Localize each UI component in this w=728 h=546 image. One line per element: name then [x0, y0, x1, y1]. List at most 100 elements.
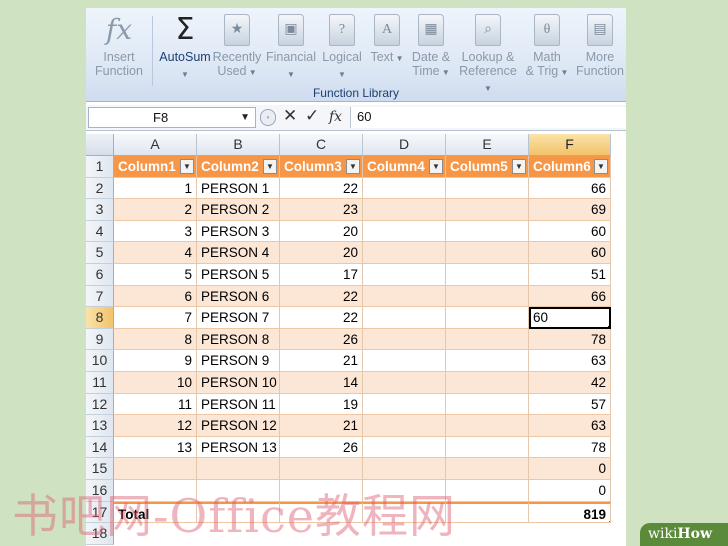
- cell-a1[interactable]: Column1 ▼: [114, 156, 197, 178]
- ribbon-button-more[interactable]: ▤ More Function: [574, 14, 626, 86]
- row-header-4[interactable]: 4: [86, 220, 114, 243]
- name-box[interactable]: F8 ▼: [88, 107, 256, 128]
- cell-f10[interactable]: 63: [529, 350, 611, 372]
- cell-a3[interactable]: 2: [114, 199, 197, 221]
- cell-c3[interactable]: 23: [280, 199, 363, 221]
- row-header-14[interactable]: 14: [86, 436, 114, 459]
- column-header-b[interactable]: B: [197, 134, 280, 156]
- cell-b1[interactable]: Column2 ▼: [197, 156, 280, 178]
- cell-f14[interactable]: 78: [529, 436, 611, 459]
- cell-a14[interactable]: 13: [114, 436, 197, 459]
- filter-dropdown-icon[interactable]: ▼: [346, 159, 360, 174]
- cell-f6[interactable]: 51: [529, 264, 611, 286]
- cell-d11[interactable]: [363, 372, 446, 394]
- cell-e1[interactable]: Column5 ▼: [446, 156, 529, 178]
- cell-f4[interactable]: 60: [529, 220, 611, 243]
- row-header-1[interactable]: 1: [86, 156, 114, 178]
- cell-a13[interactable]: 12: [114, 415, 197, 437]
- cell-c8[interactable]: 22: [280, 307, 363, 329]
- cell-e14[interactable]: [446, 436, 529, 459]
- cell-f11[interactable]: 42: [529, 372, 611, 394]
- ribbon-button-lookup[interactable]: ⌕ Lookup & Reference ▼: [456, 14, 520, 93]
- cell-a10[interactable]: 9: [114, 350, 197, 372]
- row-header-2[interactable]: 2: [86, 177, 114, 200]
- row-header-15[interactable]: 15: [86, 458, 114, 480]
- cell-a6[interactable]: 5: [114, 264, 197, 286]
- row-header-9[interactable]: 9: [86, 328, 114, 351]
- cell-e12[interactable]: [446, 393, 529, 416]
- cell-e10[interactable]: [446, 350, 529, 372]
- row-header-11[interactable]: 11: [86, 372, 114, 394]
- cell-c12[interactable]: 19: [280, 393, 363, 416]
- cell-d2[interactable]: [363, 177, 446, 200]
- cell-d1[interactable]: Column4 ▼: [363, 156, 446, 178]
- row-header-13[interactable]: 13: [86, 415, 114, 437]
- cell-d13[interactable]: [363, 415, 446, 437]
- cell-c2[interactable]: 22: [280, 177, 363, 200]
- ribbon-button-math[interactable]: θ Math & Trig ▼: [522, 14, 572, 86]
- cell-b5[interactable]: PERSON 4: [197, 242, 280, 264]
- cell-a5[interactable]: 4: [114, 242, 197, 264]
- ribbon-button-recently[interactable]: ★ Recently Used ▼: [212, 14, 262, 86]
- row-header-3[interactable]: 3: [86, 199, 114, 221]
- cell-e16[interactable]: [446, 480, 529, 502]
- cell-b15[interactable]: [197, 458, 280, 480]
- filter-dropdown-icon[interactable]: ▼: [429, 159, 443, 174]
- filter-dropdown-icon[interactable]: ▼: [512, 159, 526, 174]
- row-header-6[interactable]: 6: [86, 264, 114, 286]
- cell-f16[interactable]: 0: [529, 480, 611, 502]
- cell-d7[interactable]: [363, 285, 446, 308]
- cell-a11[interactable]: 10: [114, 372, 197, 394]
- column-header-f[interactable]: F: [529, 134, 611, 156]
- cell-d4[interactable]: [363, 220, 446, 243]
- cell-b10[interactable]: PERSON 9: [197, 350, 280, 372]
- cell-c9[interactable]: 26: [280, 328, 363, 351]
- ribbon-button-logical[interactable]: ? Logical ▼: [318, 14, 366, 86]
- cell-a8[interactable]: 7: [114, 307, 197, 329]
- cell-c1[interactable]: Column3 ▼: [280, 156, 363, 178]
- chevron-down-icon[interactable]: ▼: [240, 108, 250, 127]
- cell-d3[interactable]: [363, 199, 446, 221]
- cell-c11[interactable]: 14: [280, 372, 363, 394]
- cell-f2[interactable]: 66: [529, 177, 611, 200]
- cell-f15[interactable]: 0: [529, 458, 611, 480]
- column-header-e[interactable]: E: [446, 134, 529, 156]
- row-header-10[interactable]: 10: [86, 350, 114, 372]
- cell-e15[interactable]: [446, 458, 529, 480]
- cell-c5[interactable]: 20: [280, 242, 363, 264]
- cell-e8[interactable]: [446, 307, 529, 329]
- select-all-corner[interactable]: [86, 134, 114, 156]
- cell-f8[interactable]: 60: [529, 307, 611, 329]
- cell-a12[interactable]: 11: [114, 393, 197, 416]
- insert-function-icon[interactable]: fx: [329, 109, 342, 125]
- cell-e17[interactable]: [446, 501, 529, 524]
- formula-input[interactable]: 60: [350, 107, 626, 128]
- cell-b6[interactable]: PERSON 5: [197, 264, 280, 286]
- cell-e13[interactable]: [446, 415, 529, 437]
- cell-f9[interactable]: 78: [529, 328, 611, 351]
- cell-a4[interactable]: 3: [114, 220, 197, 243]
- cell-f7[interactable]: 66: [529, 285, 611, 308]
- cell-a7[interactable]: 6: [114, 285, 197, 308]
- cell-e9[interactable]: [446, 328, 529, 351]
- column-header-d[interactable]: D: [363, 134, 446, 156]
- cell-d5[interactable]: [363, 242, 446, 264]
- cell-e2[interactable]: [446, 177, 529, 200]
- ribbon-button-insert[interactable]: fx Insert Function: [90, 14, 148, 86]
- row-header-12[interactable]: 12: [86, 393, 114, 416]
- row-header-7[interactable]: 7: [86, 285, 114, 308]
- cell-f17[interactable]: 819: [529, 501, 611, 524]
- cell-a2[interactable]: 1: [114, 177, 197, 200]
- cell-c14[interactable]: 26: [280, 436, 363, 459]
- cell-b7[interactable]: PERSON 6: [197, 285, 280, 308]
- row-header-8[interactable]: 8: [86, 307, 114, 329]
- cell-f1[interactable]: Column6 ▼: [529, 156, 611, 178]
- cell-e3[interactable]: [446, 199, 529, 221]
- cell-f3[interactable]: 69: [529, 199, 611, 221]
- cell-b4[interactable]: PERSON 3: [197, 220, 280, 243]
- cell-e5[interactable]: [446, 242, 529, 264]
- cell-c13[interactable]: 21: [280, 415, 363, 437]
- cell-e11[interactable]: [446, 372, 529, 394]
- cell-b2[interactable]: PERSON 1: [197, 177, 280, 200]
- cell-c7[interactable]: 22: [280, 285, 363, 308]
